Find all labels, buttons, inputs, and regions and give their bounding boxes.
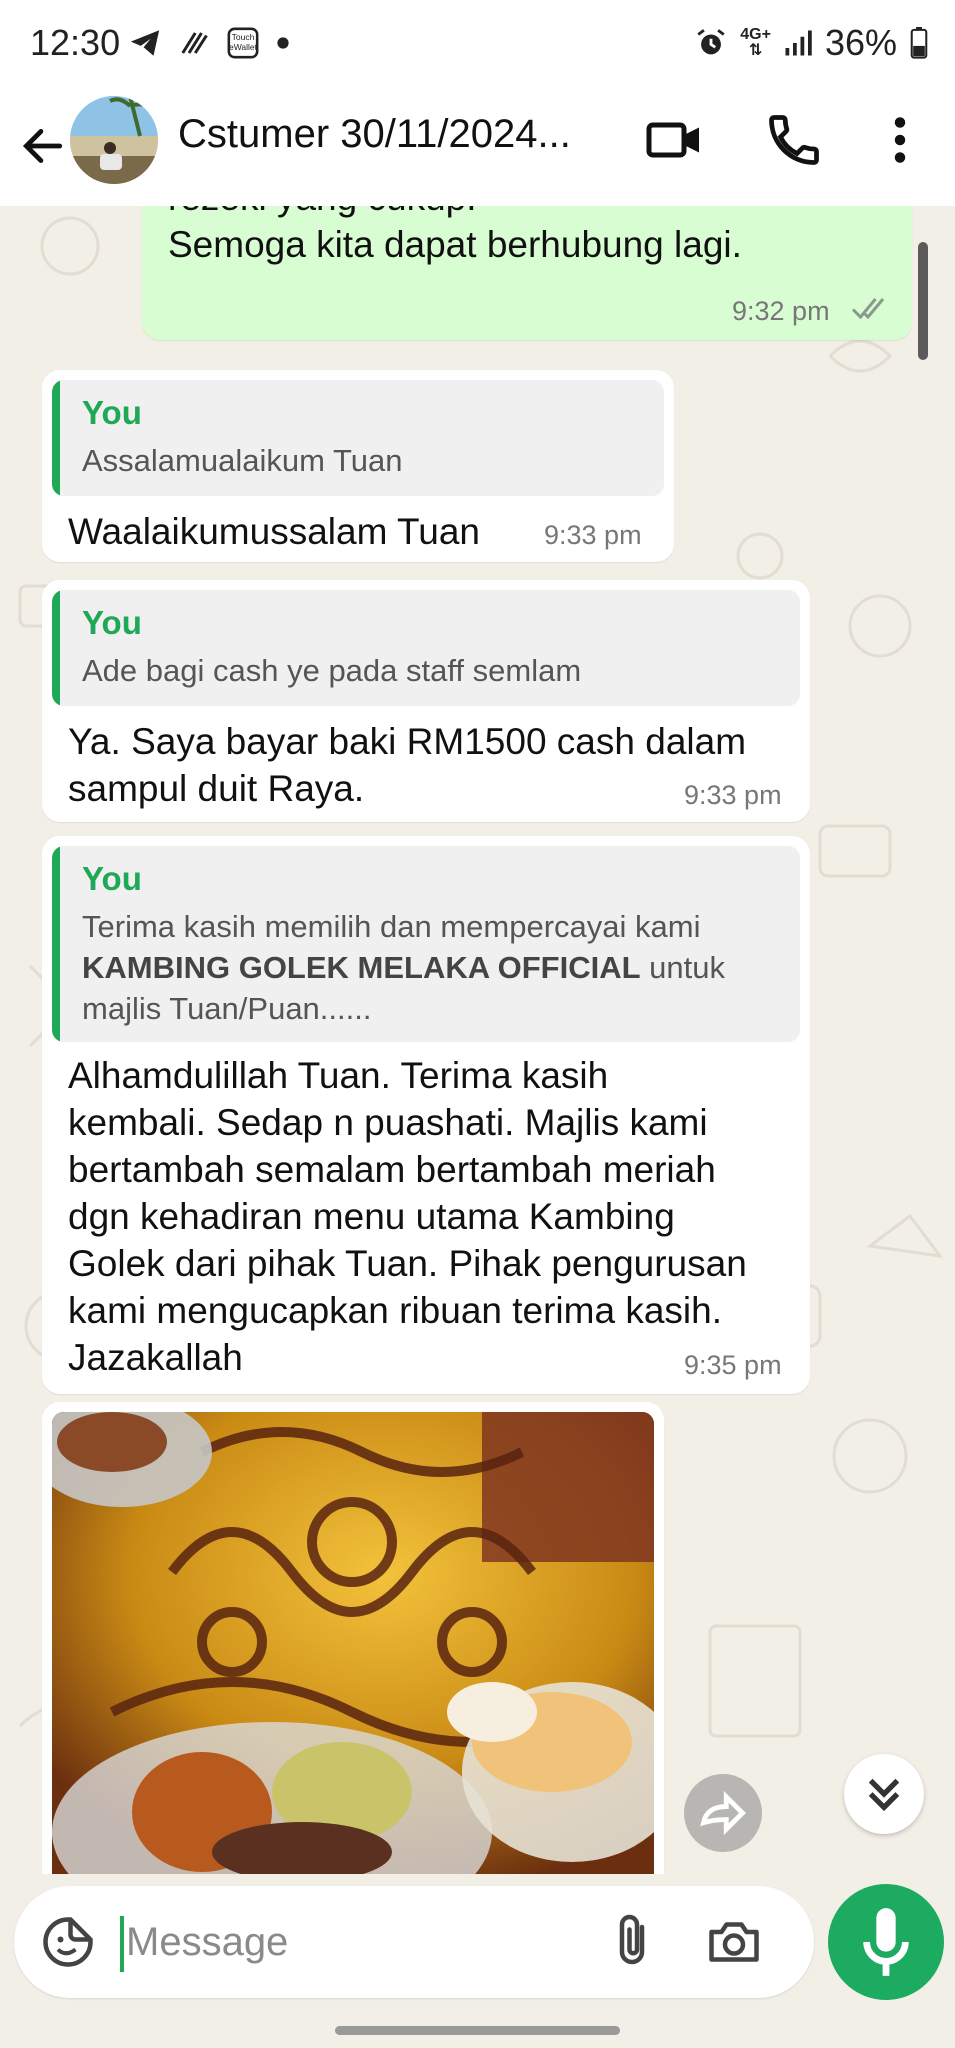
double-chevron-down-icon: [868, 1778, 900, 1812]
avatar[interactable]: [70, 96, 158, 184]
scroll-to-bottom-button[interactable]: [844, 1754, 924, 1834]
message-time: 9:33 pm: [684, 780, 782, 810]
back-arrow-icon[interactable]: [18, 116, 68, 176]
quote-author: You: [82, 604, 142, 641]
voice-message-button[interactable]: [828, 1884, 944, 2000]
data-arrows-icon: ⇅: [748, 42, 763, 59]
network-label: 4G+: [740, 26, 771, 43]
home-gesture-handle[interactable]: [335, 2026, 620, 2035]
message-time: 9:35 pm: [684, 1350, 782, 1380]
text-caret: [120, 1916, 124, 1972]
quote-text-line-1: Terima kasih memilih dan mempercayai kam…: [82, 909, 701, 944]
more-vert-icon[interactable]: [870, 110, 930, 170]
message-time: 9:32 pm: [732, 296, 830, 326]
status-time: 12:30: [30, 22, 121, 63]
message-composer: [14, 1886, 814, 1998]
forward-icon: [700, 1790, 746, 1836]
quoted-message[interactable]: You Ade bagi cash ye pada staff semlam: [52, 590, 800, 706]
attach-icon[interactable]: [602, 1912, 662, 1972]
message-text-partial: rezeki yang cukup.: [168, 206, 477, 221]
voice-call-icon[interactable]: [764, 110, 824, 170]
food-photo-image: [52, 1412, 654, 1874]
alarm-icon: [697, 29, 725, 55]
scrollbar[interactable]: [918, 242, 928, 360]
message-bubble-incoming[interactable]: You Ade bagi cash ye pada staff semlam Y…: [42, 580, 810, 822]
chat-header: Cstumer 30/11/2024...: [0, 88, 955, 207]
message-text: Semoga kita dapat berhubung lagi.: [168, 224, 742, 265]
food-photo[interactable]: [52, 1412, 654, 1874]
forward-button[interactable]: [684, 1774, 762, 1852]
system-icons: 4G+ ⇅ 36%: [694, 22, 929, 64]
video-call-icon[interactable]: [644, 110, 704, 170]
svg-text:Touch: Touch: [232, 32, 255, 42]
battery-level: 36%: [824, 22, 897, 63]
message-time: 9:33 pm: [544, 520, 642, 550]
message-bubble-outgoing[interactable]: rezeki yang cukup. Semoga kita dapat ber…: [142, 206, 912, 340]
double-check-icon: [851, 298, 885, 320]
quote-text-suffix: untuk: [640, 950, 725, 985]
wallet-icon: ToucheWallet: [227, 27, 259, 59]
quote-brand-name: KAMBING GOLEK MELAKA OFFICIAL: [82, 950, 641, 985]
dot-icon: [277, 37, 289, 49]
quote-text: Assalamualaikum Tuan: [82, 443, 403, 478]
status-bar: 12:30 Touch eWallet 4G+ ⇅ 36%: [0, 0, 955, 88]
message-text: Waalaikumussalam Tuan: [68, 511, 480, 552]
contact-name[interactable]: Cstumer 30/11/2024...: [178, 112, 571, 157]
quote-author: You: [82, 394, 142, 431]
svg-text:eWallet: eWallet: [229, 42, 258, 52]
message-bubble-incoming[interactable]: You Terima kasih memilih dan mempercayai…: [42, 836, 810, 1394]
mic-icon: [863, 1908, 909, 1976]
navigation-bar: [0, 2014, 955, 2048]
quoted-message[interactable]: You Terima kasih memilih dan mempercayai…: [52, 846, 800, 1042]
telegram-icon: [130, 30, 160, 56]
chat-area[interactable]: rezeki yang cukup. Semoga kita dapat ber…: [0, 206, 955, 1874]
quote-bar: [52, 380, 60, 496]
signal-icon: [785, 30, 812, 56]
quote-bar: [52, 590, 60, 706]
network-type: 4G+ ⇅: [740, 27, 771, 59]
quote-text-line-3: majlis Tuan/Puan......: [82, 991, 372, 1026]
message-input[interactable]: [126, 1910, 606, 1974]
message-bubble-incoming[interactable]: You Assalamualaikum Tuan Waalaikumussala…: [42, 370, 674, 562]
quote-author: You: [82, 860, 142, 897]
touchngo-icon: [181, 32, 208, 54]
quote-text: Ade bagi cash ye pada staff semlam: [82, 653, 582, 688]
battery-icon: [910, 27, 928, 59]
message-text: Alhamdulillah Tuan. Terima kasih kembali…: [68, 1055, 747, 1378]
quote-text-line-2: KAMBING GOLEK MELAKA OFFICIAL untuk: [82, 947, 725, 988]
quote-bar: [52, 846, 60, 1042]
message-text: Ya. Saya bayar baki RM1500 cash dalam sa…: [68, 721, 747, 809]
sticker-icon[interactable]: [38, 1912, 98, 1972]
notification-icons: Touch eWallet: [128, 26, 290, 60]
avatar-photo: [70, 96, 158, 184]
quoted-message[interactable]: You Assalamualaikum Tuan: [52, 380, 664, 496]
camera-icon[interactable]: [704, 1912, 764, 1972]
